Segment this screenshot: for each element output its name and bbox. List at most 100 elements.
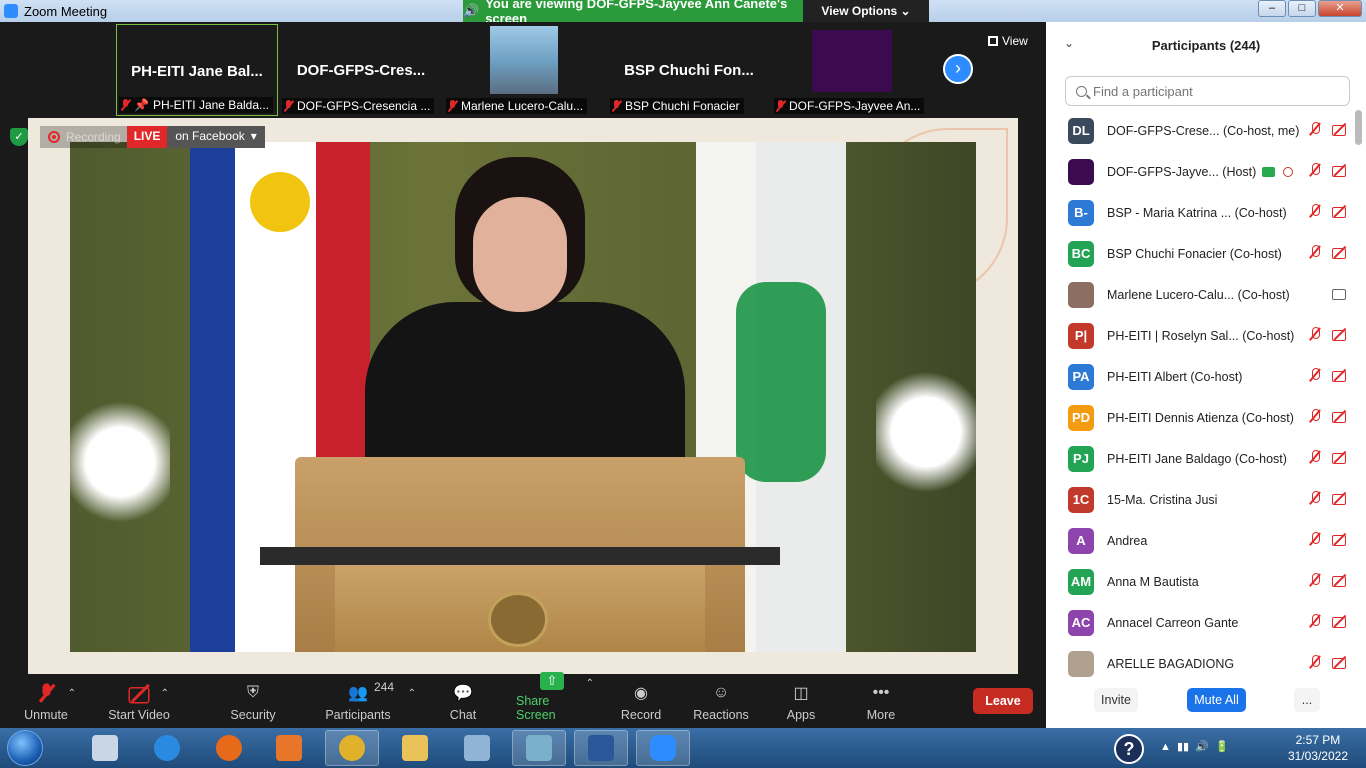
video-tile[interactable]: PH-EITI Jane Bal... 📌 PH-EITI Jane Balda.… <box>116 24 278 116</box>
chat-button[interactable]: 💬 Chat <box>449 677 477 728</box>
reactions-button[interactable]: ☺ Reactions <box>693 677 749 728</box>
participant-row[interactable]: AC Annacel Carreon Gante <box>1046 602 1356 643</box>
podium-ledge <box>260 547 780 565</box>
taskbar-app-remote[interactable] <box>450 730 504 766</box>
more-button[interactable]: ••• More <box>865 677 897 728</box>
participant-video <box>812 30 892 92</box>
participant-name: PH-EITI Jane Baldago (Co-host) <box>1107 451 1287 466</box>
participant-status <box>1308 122 1346 136</box>
word-icon <box>588 735 614 761</box>
participants-label: Participants <box>325 708 391 722</box>
video-tile[interactable]: Marlene Lucero-Calu... <box>444 24 606 116</box>
view-options-button[interactable]: View Options ⌄ <box>803 0 929 22</box>
invite-button[interactable]: Invite <box>1094 688 1138 712</box>
recording-indicator[interactable]: Recording LIVE on Facebook ▾ <box>40 126 265 148</box>
chevron-up-icon: ⌃ <box>407 688 416 699</box>
chevron-down-icon: ⌄ <box>897 4 911 18</box>
tile-name: DOF-GFPS-Cres... <box>296 62 426 79</box>
panel-scrollbar[interactable] <box>1355 110 1362 145</box>
leave-button[interactable]: Leave <box>973 688 1033 714</box>
security-label: Security <box>230 708 276 722</box>
participant-row[interactable]: B- BSP - Maria Katrina ... (Co-host) <box>1046 192 1356 233</box>
participant-row[interactable]: DOF-GFPS-Jayve... (Host) <box>1046 151 1356 192</box>
system-clock[interactable]: 2:57 PM 31/03/2022 <box>1288 732 1348 764</box>
start-button[interactable] <box>7 730 43 766</box>
participant-row[interactable]: BC BSP Chuchi Fonacier (Co-host) <box>1046 233 1356 274</box>
participant-row[interactable]: 1C 15-Ma. Cristina Jusi <box>1046 479 1356 520</box>
avatar: AM <box>1068 568 1094 595</box>
view-button[interactable]: View <box>988 34 1028 48</box>
mute-all-button[interactable]: Mute All <box>1187 688 1246 712</box>
next-page-button[interactable]: › <box>943 54 973 84</box>
close-button[interactable]: ✕ <box>1318 0 1362 17</box>
flag-sun <box>250 172 310 232</box>
tile-name: BSP Chuchi Fon... <box>624 62 754 79</box>
participant-row[interactable]: PD PH-EITI Dennis Atienza (Co-host) <box>1046 397 1356 438</box>
video-tile[interactable]: DOF-GFPS-Cres... DOF-GFPS-Cresencia ... <box>280 24 442 116</box>
more-icon: ••• <box>872 684 890 701</box>
security-button[interactable]: ⛨ Security <box>230 677 276 728</box>
taskbar-app-explorer[interactable] <box>388 730 442 766</box>
live-target-label: on Facebook <box>175 129 245 143</box>
taskbar-app-zoom[interactable] <box>636 730 690 766</box>
participant-row[interactable]: P| PH-EITI | Roselyn Sal... (Co-host) <box>1046 315 1356 356</box>
minimize-button[interactable]: – <box>1258 0 1286 17</box>
participant-row[interactable]: PA PH-EITI Albert (Co-host) <box>1046 356 1356 397</box>
participant-search[interactable] <box>1065 76 1350 106</box>
participant-row[interactable]: A Andrea <box>1046 520 1356 561</box>
taskbar-app-media[interactable] <box>262 730 316 766</box>
reactions-label: Reactions <box>693 708 749 722</box>
video-tile[interactable]: BSP Chuchi Fon... BSP Chuchi Fonacier <box>608 24 770 116</box>
chat-icon: 💬 <box>453 685 473 702</box>
participant-status <box>1308 245 1346 259</box>
participant-row[interactable]: PJ PH-EITI Jane Baldago (Co-host) <box>1046 438 1356 479</box>
window-title: Zoom Meeting <box>24 3 108 19</box>
tile-label-text: BSP Chuchi Fonacier <box>625 99 740 113</box>
camera-off-icon <box>1332 655 1346 669</box>
mic-muted-icon <box>121 99 130 111</box>
mic-muted-icon <box>1308 409 1322 423</box>
taskbar-app-chrome[interactable] <box>325 730 379 766</box>
more-options-button[interactable]: ... <box>1294 688 1320 712</box>
tile-label-text: DOF-GFPS-Jayvee An... <box>789 99 921 113</box>
maximize-button[interactable]: □ <box>1288 0 1316 17</box>
participant-status <box>1308 409 1346 423</box>
apps-button[interactable]: ◫ Apps <box>786 677 816 728</box>
participant-row[interactable]: DL DOF-GFPS-Crese... (Co-host, me) <box>1046 110 1356 151</box>
encryption-shield-icon[interactable]: ✓ <box>10 128 28 146</box>
chevron-down-icon[interactable]: ⌄ <box>1064 36 1074 50</box>
participant-row[interactable]: AM Anna M Bautista <box>1046 561 1356 602</box>
speaker-face <box>473 197 567 312</box>
tray-icons[interactable]: ▲ ▮▮ 🔊 🔋 <box>1160 740 1229 753</box>
computer-icon <box>464 735 490 761</box>
recording-label: Recording <box>66 130 121 144</box>
participant-row[interactable]: Marlene Lucero-Calu... (Co-host) <box>1046 274 1356 315</box>
help-icon[interactable]: ? <box>1114 734 1144 764</box>
tile-label-text: DOF-GFPS-Cresencia ... <box>297 99 431 113</box>
start-video-button[interactable]: ⌃ Start Video <box>108 677 170 728</box>
shield-icon: ⛨ <box>246 684 259 701</box>
participants-icon: 👥 244 ⌃ <box>348 680 416 702</box>
zoom-icon <box>650 735 676 761</box>
record-button[interactable]: ◉ Record <box>621 677 661 728</box>
taskbar-app-ie[interactable] <box>140 730 194 766</box>
participant-status <box>1308 491 1346 505</box>
unmute-button[interactable]: ⌃ Unmute <box>22 677 76 728</box>
taskbar-app-photos[interactable] <box>512 730 566 766</box>
live-target[interactable]: on Facebook ▾ <box>167 126 265 148</box>
speaker-icon: 🔊 <box>463 3 480 18</box>
record-label: Record <box>620 708 662 722</box>
shared-video <box>70 142 976 652</box>
share-screen-button[interactable]: ⇧ ⌃ Share Screen <box>516 672 594 728</box>
media-player-icon <box>276 735 302 761</box>
taskbar-app-firefox[interactable] <box>202 730 256 766</box>
participant-row[interactable]: ARELLE BAGADIONG <box>1046 643 1356 684</box>
taskbar-app-calculator[interactable] <box>78 730 132 766</box>
taskbar-app-word[interactable] <box>574 730 628 766</box>
participants-button[interactable]: 👥 244 ⌃ Participants <box>325 677 416 728</box>
chrome-icon <box>339 735 365 761</box>
participant-video <box>490 26 558 94</box>
participant-name: PH-EITI Dennis Atienza (Co-host) <box>1107 410 1294 425</box>
search-input[interactable] <box>1093 83 1333 99</box>
video-tile[interactable]: DOF-GFPS-Jayvee An... <box>772 24 934 116</box>
